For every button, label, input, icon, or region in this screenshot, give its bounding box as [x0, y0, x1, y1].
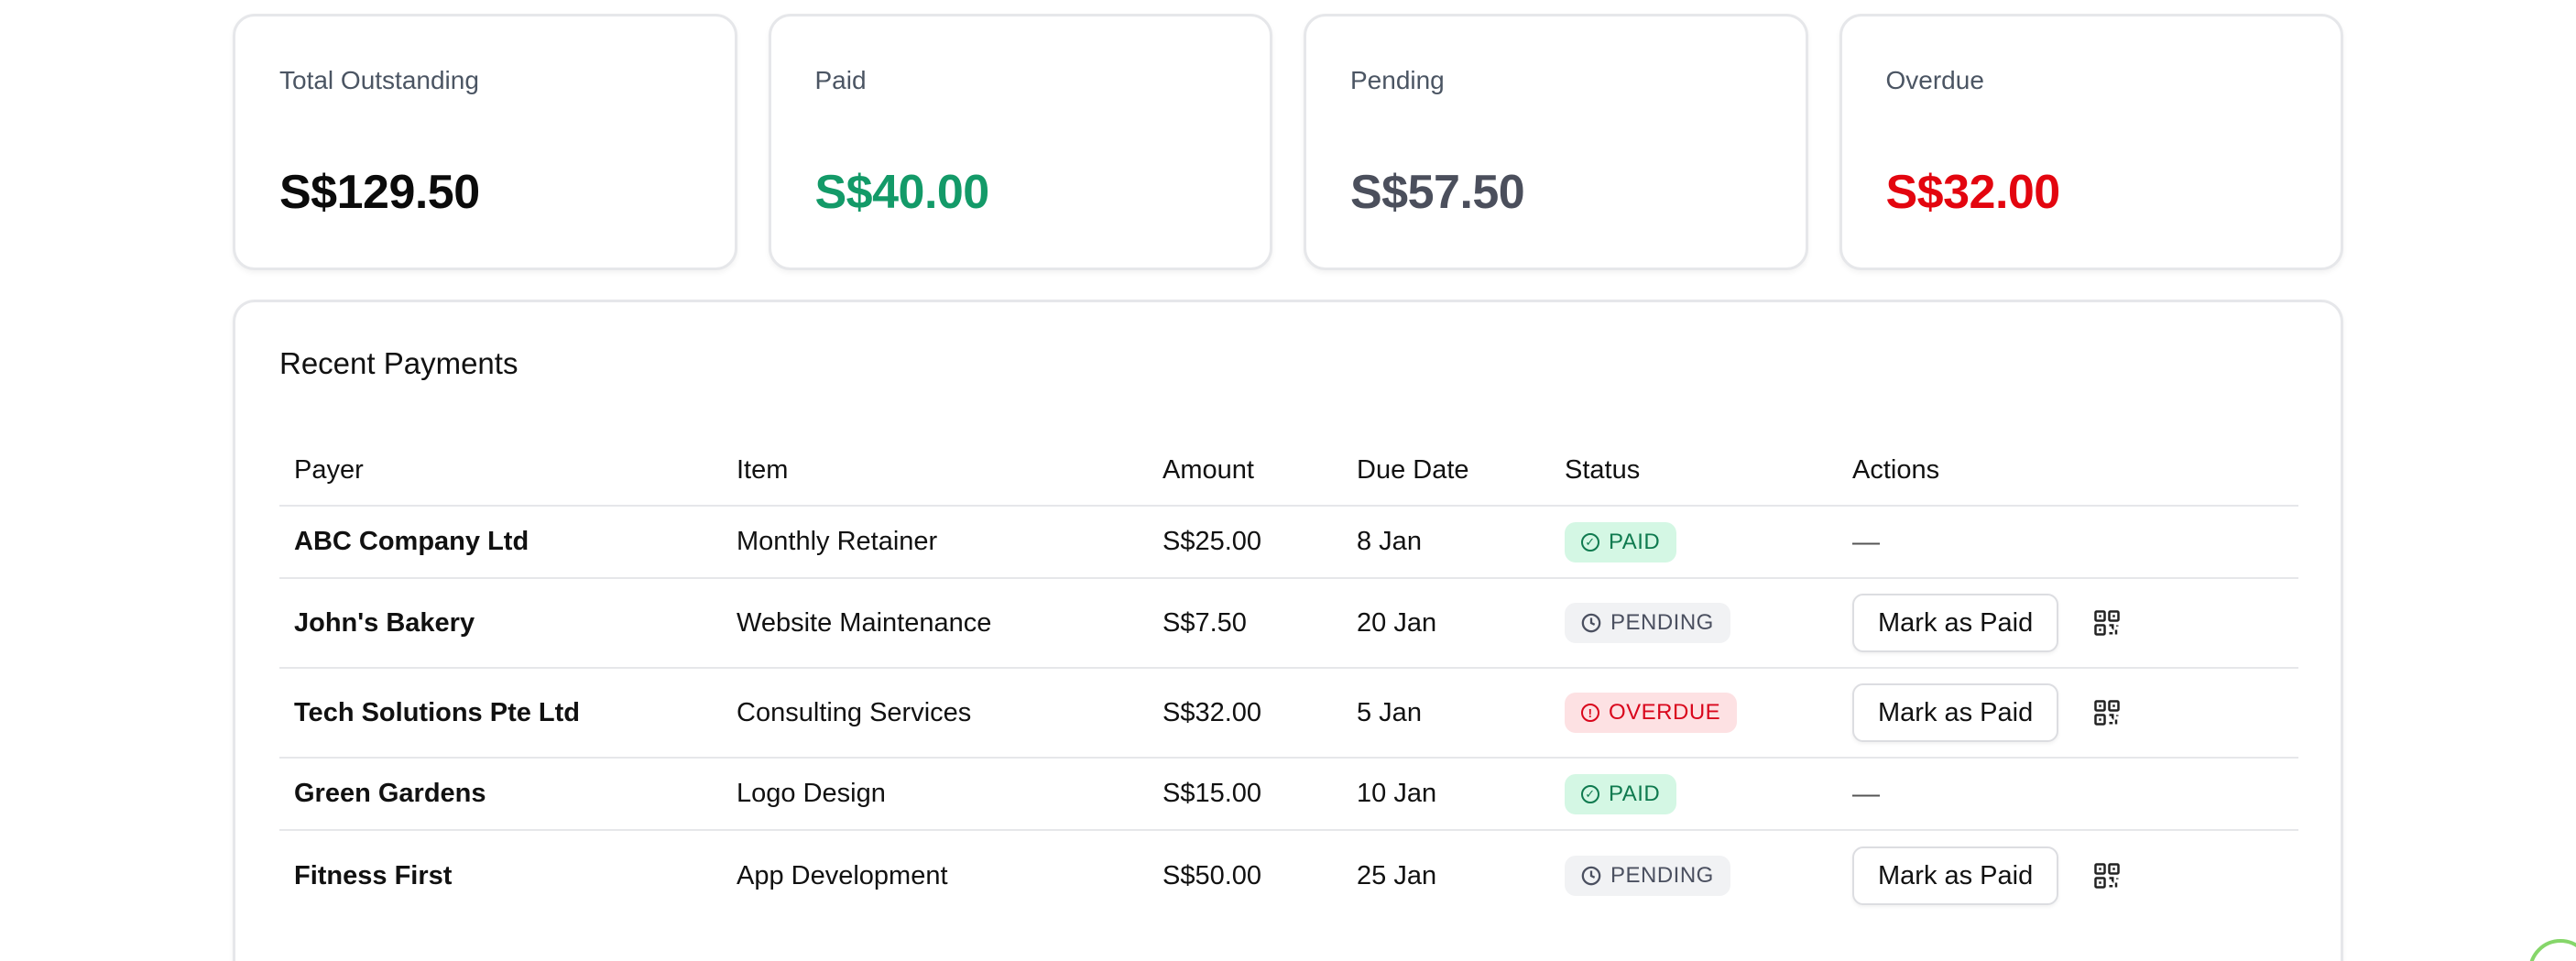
status-badge: ✓ PAID — [1565, 521, 1677, 562]
status-text: PAID — [1609, 529, 1661, 554]
actions-cell: Mark as Paid — [1838, 594, 2298, 652]
stat-value: S$57.50 — [1350, 166, 1525, 219]
column-header-due-date: Due Date — [1357, 455, 1469, 485]
due-date-cell: 8 Jan — [1357, 527, 1422, 556]
actions-cell: — — [1838, 779, 2298, 810]
stat-label: Paid — [814, 66, 867, 94]
stat-card-pending: Pending S$57.50 — [1304, 14, 1808, 270]
stat-card-total-outstanding: Total Outstanding S$129.50 — [233, 14, 737, 270]
item-cell: App Development — [737, 860, 948, 890]
status-text: PENDING — [1610, 863, 1714, 888]
stat-value: S$40.00 — [814, 166, 990, 219]
mark-as-paid-button[interactable]: Mark as Paid — [1852, 683, 2059, 742]
alert-circle-icon: ! — [1581, 704, 1599, 722]
amount-cell: S$50.00 — [1162, 860, 1262, 890]
no-action-dash: — — [1852, 526, 1880, 557]
qr-code-icon[interactable] — [2093, 609, 2121, 637]
amount-cell: S$7.50 — [1162, 607, 1247, 638]
status-badge: ✓ PAID — [1565, 773, 1677, 814]
item-cell: Consulting Services — [737, 697, 972, 727]
table-header-row: Payer Item Amount Due Date Status Action… — [279, 431, 2298, 507]
status-text: OVERDUE — [1609, 700, 1721, 725]
clock-icon — [1581, 613, 1601, 633]
item-cell: Website Maintenance — [737, 607, 992, 638]
column-header-actions: Actions — [1852, 455, 1940, 485]
column-header-item: Item — [737, 455, 789, 485]
due-date-cell: 10 Jan — [1357, 779, 1437, 808]
stats-row: Total Outstanding S$129.50 Paid S$40.00 … — [233, 14, 2343, 270]
check-circle-icon: ✓ — [1581, 784, 1599, 803]
status-badge: PENDING — [1565, 856, 1730, 896]
column-header-amount: Amount — [1162, 455, 1254, 485]
mark-as-paid-button[interactable]: Mark as Paid — [1852, 846, 2059, 905]
stat-value: S$129.50 — [279, 166, 480, 219]
table-row: ABC Company Ltd Monthly Retainer S$25.00… — [279, 507, 2298, 579]
payer-cell: ABC Company Ltd — [294, 527, 529, 556]
mark-as-paid-button[interactable]: Mark as Paid — [1852, 594, 2059, 652]
table-row: John's Bakery Website Maintenance S$7.50… — [279, 579, 2298, 669]
table-row: Tech Solutions Pte Ltd Consulting Servic… — [279, 669, 2298, 759]
payer-cell: John's Bakery — [294, 607, 475, 638]
amount-cell: S$15.00 — [1162, 779, 1262, 808]
payer-cell: Green Gardens — [294, 779, 486, 808]
actions-cell: Mark as Paid — [1838, 846, 2298, 905]
stat-label: Total Outstanding — [279, 66, 479, 94]
status-cell: PENDING — [1550, 856, 1838, 896]
check-circle-icon: ✓ — [1581, 532, 1599, 551]
status-text: PAID — [1609, 781, 1661, 806]
qr-code-icon[interactable] — [2093, 699, 2121, 726]
actions-cell: Mark as Paid — [1838, 683, 2298, 742]
table-row: Green Gardens Logo Design S$15.00 10 Jan… — [279, 759, 2298, 831]
status-badge: ! OVERDUE — [1565, 693, 1738, 733]
stat-label: Overdue — [1885, 66, 1984, 94]
stat-value: S$32.00 — [1885, 166, 2061, 219]
due-date-cell: 20 Jan — [1357, 607, 1437, 638]
status-cell: PENDING — [1550, 603, 1838, 643]
amount-cell: S$32.00 — [1162, 697, 1262, 727]
status-cell: ✓ PAID — [1550, 773, 1838, 814]
status-text: PENDING — [1610, 610, 1714, 635]
stat-card-overdue: Overdue S$32.00 — [1839, 14, 2343, 270]
column-header-status: Status — [1565, 455, 1641, 485]
page: Total Outstanding S$129.50 Paid S$40.00 … — [0, 0, 2576, 961]
stat-label: Pending — [1350, 66, 1445, 94]
payments-table: Payer Item Amount Due Date Status Action… — [279, 431, 2298, 921]
column-header-payer: Payer — [294, 455, 364, 485]
no-action-dash: — — [1852, 778, 1880, 809]
item-cell: Logo Design — [737, 779, 886, 808]
payer-cell: Tech Solutions Pte Ltd — [294, 697, 581, 727]
table-row: Fitness First App Development S$50.00 25… — [279, 831, 2298, 921]
floating-action-button[interactable] — [2528, 939, 2576, 961]
item-cell: Monthly Retainer — [737, 527, 938, 556]
stat-card-paid: Paid S$40.00 — [768, 14, 1272, 270]
amount-cell: S$25.00 — [1162, 527, 1262, 556]
qr-code-icon[interactable] — [2093, 862, 2121, 890]
section-title: Recent Payments — [279, 346, 518, 380]
actions-cell: — — [1838, 527, 2298, 558]
due-date-cell: 5 Jan — [1357, 697, 1422, 727]
status-cell: ! OVERDUE — [1550, 693, 1838, 733]
status-cell: ✓ PAID — [1550, 521, 1838, 562]
clock-icon — [1581, 866, 1601, 886]
recent-payments-card: Recent Payments Payer Item Amount Due Da… — [233, 300, 2343, 961]
due-date-cell: 25 Jan — [1357, 860, 1437, 890]
status-badge: PENDING — [1565, 603, 1730, 643]
payer-cell: Fitness First — [294, 860, 453, 890]
